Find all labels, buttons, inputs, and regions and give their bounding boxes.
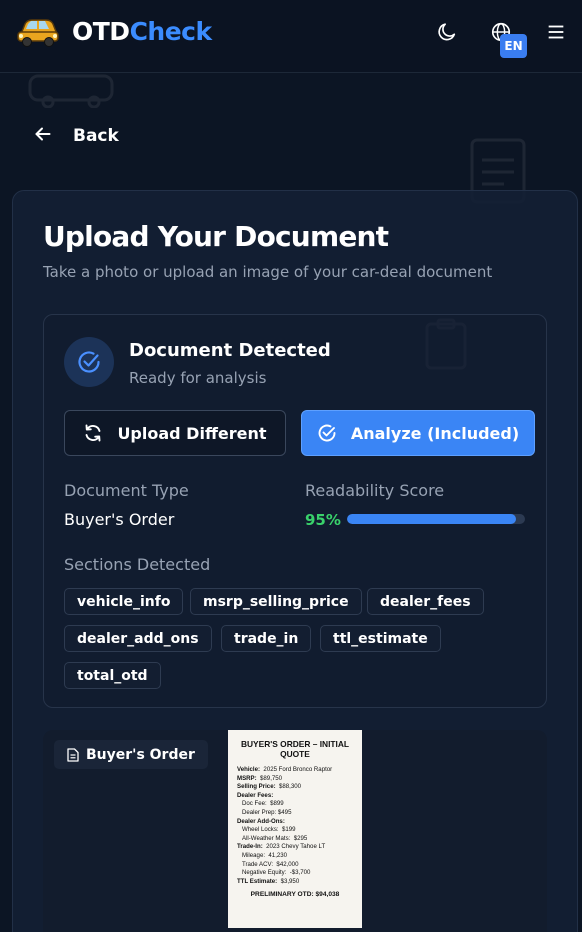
doc-line-key: Vehicle: bbox=[237, 766, 261, 773]
section-chip: msrp_selling_price bbox=[190, 588, 362, 615]
page-title: Upload Your Document bbox=[43, 220, 389, 253]
doc-line: Dealer Add-Ons: bbox=[237, 818, 353, 827]
doc-line: Mileage: 41,230 bbox=[237, 852, 353, 861]
doc-line-key: Trade-In: bbox=[237, 843, 263, 851]
doc-line: Selling Price: $88,300 bbox=[237, 783, 353, 792]
doc-line-value: $89,750 bbox=[256, 774, 283, 782]
preview-tag-label: Buyer's Order bbox=[86, 746, 195, 763]
brand-name[interactable]: OTDCheck bbox=[72, 17, 212, 46]
brand-part-check: Check bbox=[129, 17, 213, 46]
section-chip: ttl_estimate bbox=[320, 625, 441, 652]
app-header: OTDCheck EN bbox=[0, 0, 582, 73]
doc-line-value: Negative Equity: -$3,700 bbox=[242, 869, 311, 877]
doc-line-value: 2023 Chevy Tahoe LT bbox=[262, 843, 326, 851]
doc-line: Vehicle: 2025 Ford Bronco Raptor bbox=[237, 766, 353, 775]
section-chip: dealer_add_ons bbox=[64, 625, 212, 652]
doc-line: All-Weather Mats: $295 bbox=[237, 835, 353, 844]
readability-bar-fill bbox=[347, 514, 517, 524]
doc-otd: PRELIMINARY OTD: $94,038 bbox=[250, 891, 340, 899]
doc-line-key: Dealer Fees: bbox=[237, 791, 274, 799]
document-type-label: Document Type bbox=[64, 481, 189, 500]
check-circle-icon bbox=[318, 424, 336, 442]
doc-line-value: $3,950 bbox=[277, 877, 300, 885]
doc-line-value: Wheel Locks: $199 bbox=[242, 826, 296, 834]
readability-bar bbox=[347, 514, 525, 524]
upload-different-label: Upload Different bbox=[117, 423, 267, 443]
section-chip: total_otd bbox=[64, 662, 161, 689]
doc-line-value: 2025 Ford Bronco Raptor bbox=[260, 766, 333, 773]
analyze-label: Analyze (Included) bbox=[350, 423, 520, 443]
preview-tag: Buyer's Order bbox=[54, 740, 208, 769]
doc-line-key: TTL Estimate: bbox=[237, 877, 278, 885]
page-subtitle: Take a photo or upload an image of your … bbox=[43, 263, 493, 281]
doc-line-key: Dealer Add-Ons: bbox=[237, 817, 285, 825]
doc-line: Dealer Fees: bbox=[237, 792, 353, 801]
doc-line-key: Selling Price: bbox=[237, 783, 276, 791]
brand-part-otd: OTD bbox=[72, 17, 130, 46]
analyze-button[interactable]: Analyze (Included) bbox=[301, 410, 535, 456]
doc-line: TTL Estimate: $3,950 bbox=[237, 878, 353, 887]
doc-line: Negative Equity: -$3,700 bbox=[237, 869, 353, 878]
doc-line: Dealer Prep: $495 bbox=[237, 809, 353, 818]
upload-different-button[interactable]: Upload Different bbox=[64, 410, 286, 456]
section-chip: vehicle_info bbox=[64, 588, 184, 615]
document-image[interactable]: BUYER'S ORDER – INITIAL QUOTE Vehicle: 2… bbox=[228, 730, 362, 928]
section-chip: dealer_fees bbox=[367, 588, 484, 615]
car-logo-icon[interactable] bbox=[16, 14, 60, 48]
document-type-value: Buyer's Order bbox=[64, 510, 175, 529]
refresh-icon bbox=[85, 424, 101, 442]
doc-line-value: Mileage: 41,230 bbox=[242, 851, 288, 859]
detected-title: Document Detected bbox=[129, 340, 331, 361]
doc-line-value: Doc Fee: $899 bbox=[242, 800, 284, 808]
doc-line: Trade-In: 2023 Chevy Tahoe LT bbox=[237, 843, 353, 852]
moon-icon[interactable] bbox=[436, 21, 458, 43]
doc-line-value: Trade ACV: $42,000 bbox=[242, 860, 299, 868]
doc-line-value: All-Weather Mats: $295 bbox=[242, 834, 308, 842]
detected-badge bbox=[64, 337, 114, 387]
hamburger-icon[interactable] bbox=[545, 21, 567, 43]
readability-label: Readability Score bbox=[305, 481, 445, 500]
doc-line-value: $88,300 bbox=[275, 783, 302, 791]
doc-line: MSRP: $89,750 bbox=[237, 775, 353, 784]
document-icon bbox=[67, 747, 79, 762]
doc-line: Trade ACV: $42,000 bbox=[237, 861, 353, 870]
readability-percent: 95% bbox=[305, 511, 341, 529]
detected-subtitle: Ready for analysis bbox=[129, 369, 267, 387]
back-label: Back bbox=[73, 126, 119, 146]
doc-line-value: Dealer Prep: $495 bbox=[242, 808, 292, 816]
doc-title: BUYER'S ORDER – INITIAL QUOTE bbox=[240, 739, 350, 759]
arrow-left-icon bbox=[35, 127, 51, 141]
check-circle-icon bbox=[78, 351, 100, 373]
doc-line: Doc Fee: $899 bbox=[237, 800, 353, 809]
language-badge[interactable]: EN bbox=[500, 34, 527, 58]
section-chip: trade_in bbox=[221, 625, 312, 652]
background-car-decoration bbox=[28, 74, 114, 108]
doc-line-key: MSRP: bbox=[237, 774, 257, 782]
doc-lines: Vehicle: 2025 Ford Bronco Raptor MSRP: $8… bbox=[237, 766, 353, 886]
sections-detected-label: Sections Detected bbox=[64, 555, 211, 574]
doc-line: Wheel Locks: $199 bbox=[237, 826, 353, 835]
back-button[interactable]: Back bbox=[34, 125, 119, 146]
